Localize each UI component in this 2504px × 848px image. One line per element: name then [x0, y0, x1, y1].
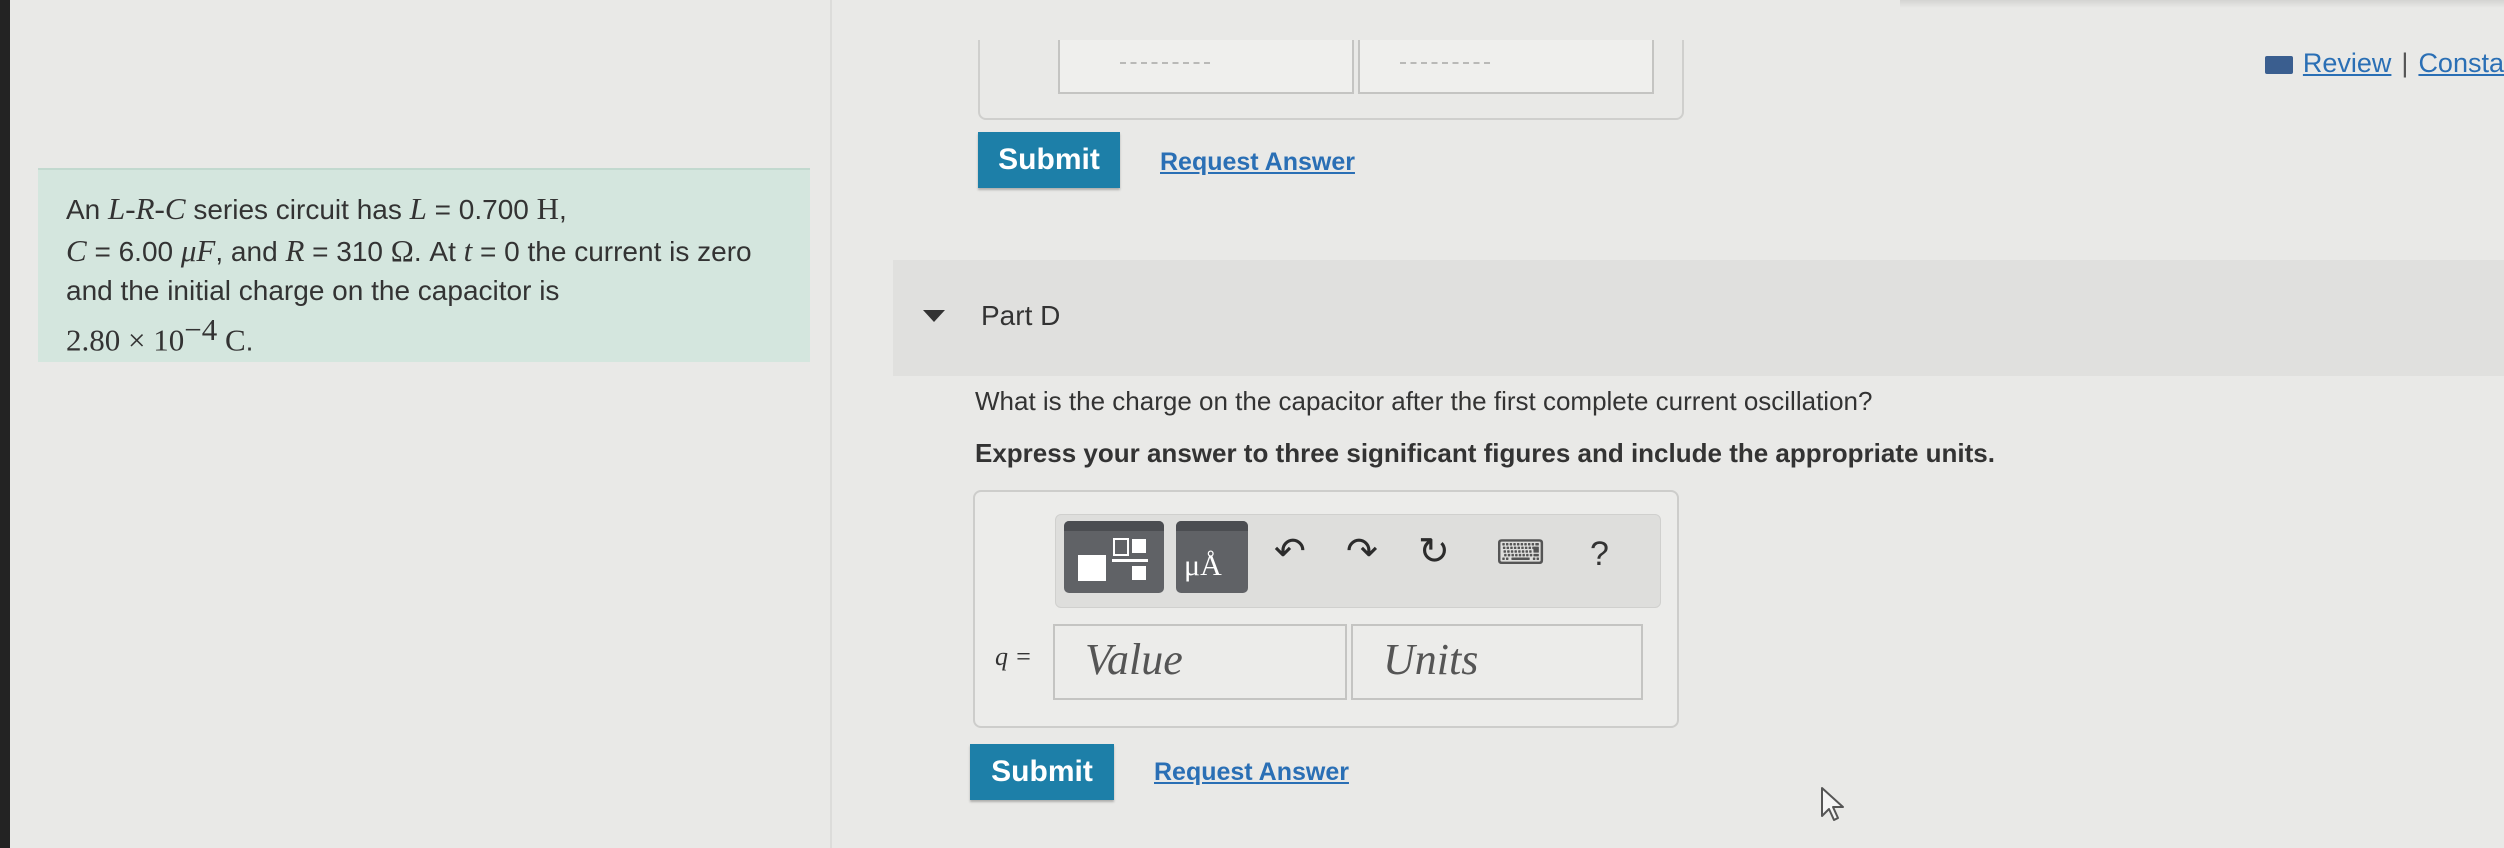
previous-answer-panel — [978, 40, 1684, 120]
question-text: What is the charge on the capacitor afte… — [975, 386, 1873, 416]
part-title: Part D — [981, 300, 1061, 331]
help-icon[interactable]: ? — [1590, 535, 1609, 574]
units-input[interactable]: Units — [1351, 624, 1643, 700]
column-divider — [830, 0, 832, 848]
reset-icon[interactable]: ↻ — [1418, 529, 1450, 574]
request-answer-link[interactable]: Request Answer — [1154, 758, 1349, 787]
fraction-template-icon[interactable] — [1064, 521, 1164, 593]
value-input[interactable]: Value — [1053, 624, 1347, 700]
previous-units-field[interactable] — [1358, 40, 1654, 94]
mouse-cursor-icon — [1821, 787, 1844, 821]
submit-button[interactable]: Submit — [970, 744, 1114, 800]
top-shadow — [1900, 0, 2504, 8]
part-d-header[interactable]: Part D — [893, 260, 2504, 376]
review-link[interactable]: Review — [2303, 48, 2392, 78]
keyboard-icon[interactable]: ⌨ — [1496, 533, 1545, 573]
previous-request-answer-link[interactable]: Request Answer — [1160, 148, 1355, 177]
units-glyph: μÅ — [1184, 549, 1222, 582]
previous-submit-button[interactable]: Submit — [978, 132, 1120, 188]
problem-statement: An L-R-C series circuit has L = 0.700 H,… — [38, 168, 810, 362]
screen-bezel — [0, 0, 10, 848]
previous-value-field[interactable] — [1058, 40, 1354, 94]
book-icon — [2264, 55, 2293, 74]
link-separator: | — [2401, 48, 2409, 78]
answer-panel: μÅ ↶ ↷ ↻ ⌨ ? q = Value Units — [973, 490, 1679, 728]
top-links: Review | Consta — [2264, 48, 2504, 79]
variable-label: q = — [995, 642, 1033, 671]
collapse-caret-icon[interactable] — [923, 310, 945, 322]
units-template-icon[interactable]: μÅ — [1176, 521, 1248, 593]
redo-icon[interactable]: ↷ — [1346, 529, 1378, 574]
constants-link[interactable]: Consta — [2418, 48, 2504, 78]
math-toolbar: μÅ ↶ ↷ ↻ ⌨ ? — [1055, 514, 1661, 608]
problem-text: An L-R-C series circuit has L = 0.700 H,… — [66, 191, 752, 358]
undo-icon[interactable]: ↶ — [1274, 529, 1306, 574]
instruction-text: Express your answer to three significant… — [975, 438, 1995, 468]
